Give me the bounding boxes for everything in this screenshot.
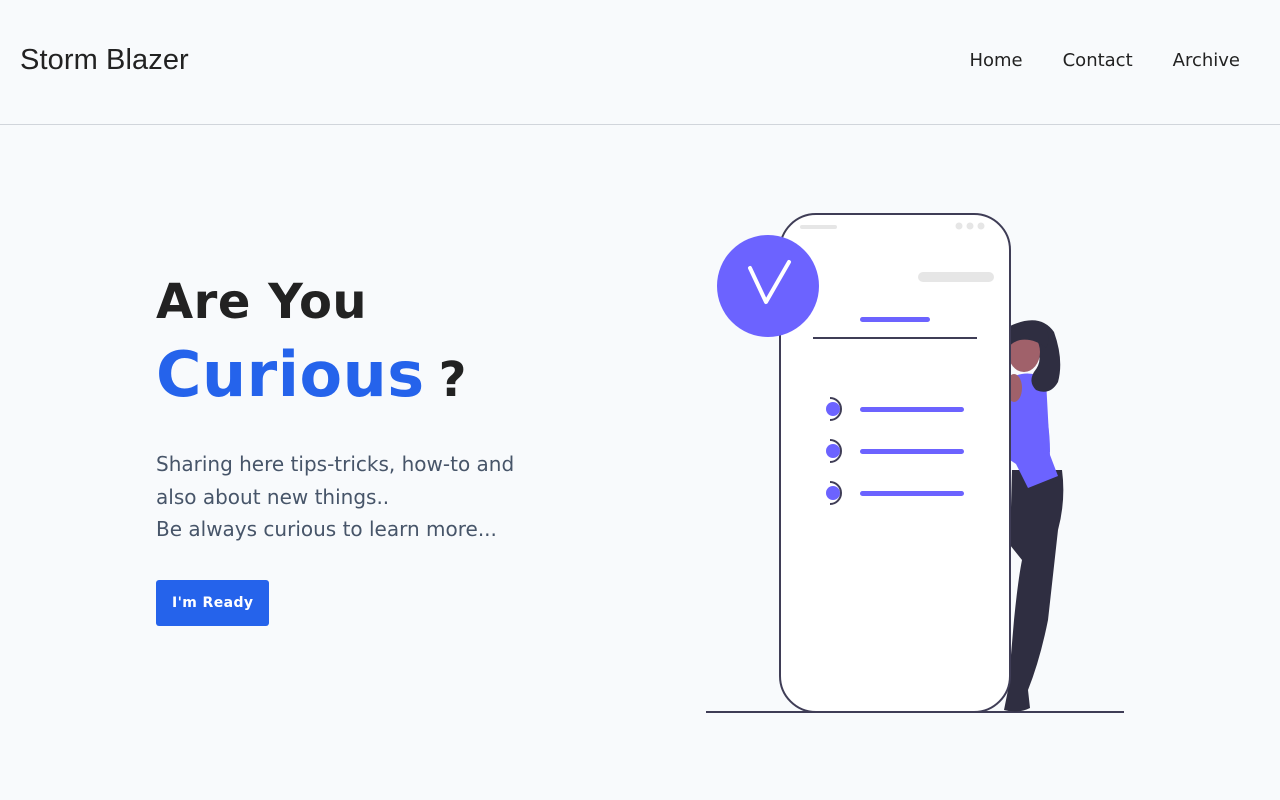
hero-lead-line: Sharing here tips-tricks, how-to and bbox=[156, 452, 515, 476]
hero-section: Are You Curious? Sharing here tips-trick… bbox=[156, 272, 576, 626]
brand-logo-link[interactable]: Storm Blazer bbox=[20, 44, 189, 77]
checkmark-icon bbox=[717, 235, 819, 337]
phone-checklist-illustration bbox=[706, 213, 1124, 713]
main-nav: Home Contact Archive bbox=[969, 50, 1240, 71]
hero-lead-line: Be always curious to learn more... bbox=[156, 517, 497, 541]
nav-home-link[interactable]: Home bbox=[969, 50, 1022, 71]
hero-title-question: ? bbox=[438, 352, 467, 408]
hero-title-accent: Curious bbox=[156, 338, 425, 411]
nav-archive-link[interactable]: Archive bbox=[1173, 50, 1240, 71]
hero-title-line1: Are You bbox=[156, 274, 368, 330]
site-header: Storm Blazer Home Contact Archive bbox=[0, 0, 1280, 125]
hero-lead: Sharing here tips-tricks, how-to and als… bbox=[156, 448, 576, 546]
hero-lead-line: also about new things.. bbox=[156, 484, 390, 509]
woman-figure bbox=[1004, 320, 1064, 712]
hero-title-line2: Curious? bbox=[156, 340, 576, 420]
hero-title: Are You Curious? bbox=[156, 272, 576, 420]
im-ready-button[interactable]: I'm Ready bbox=[156, 579, 270, 626]
nav-contact-link[interactable]: Contact bbox=[1063, 50, 1133, 71]
